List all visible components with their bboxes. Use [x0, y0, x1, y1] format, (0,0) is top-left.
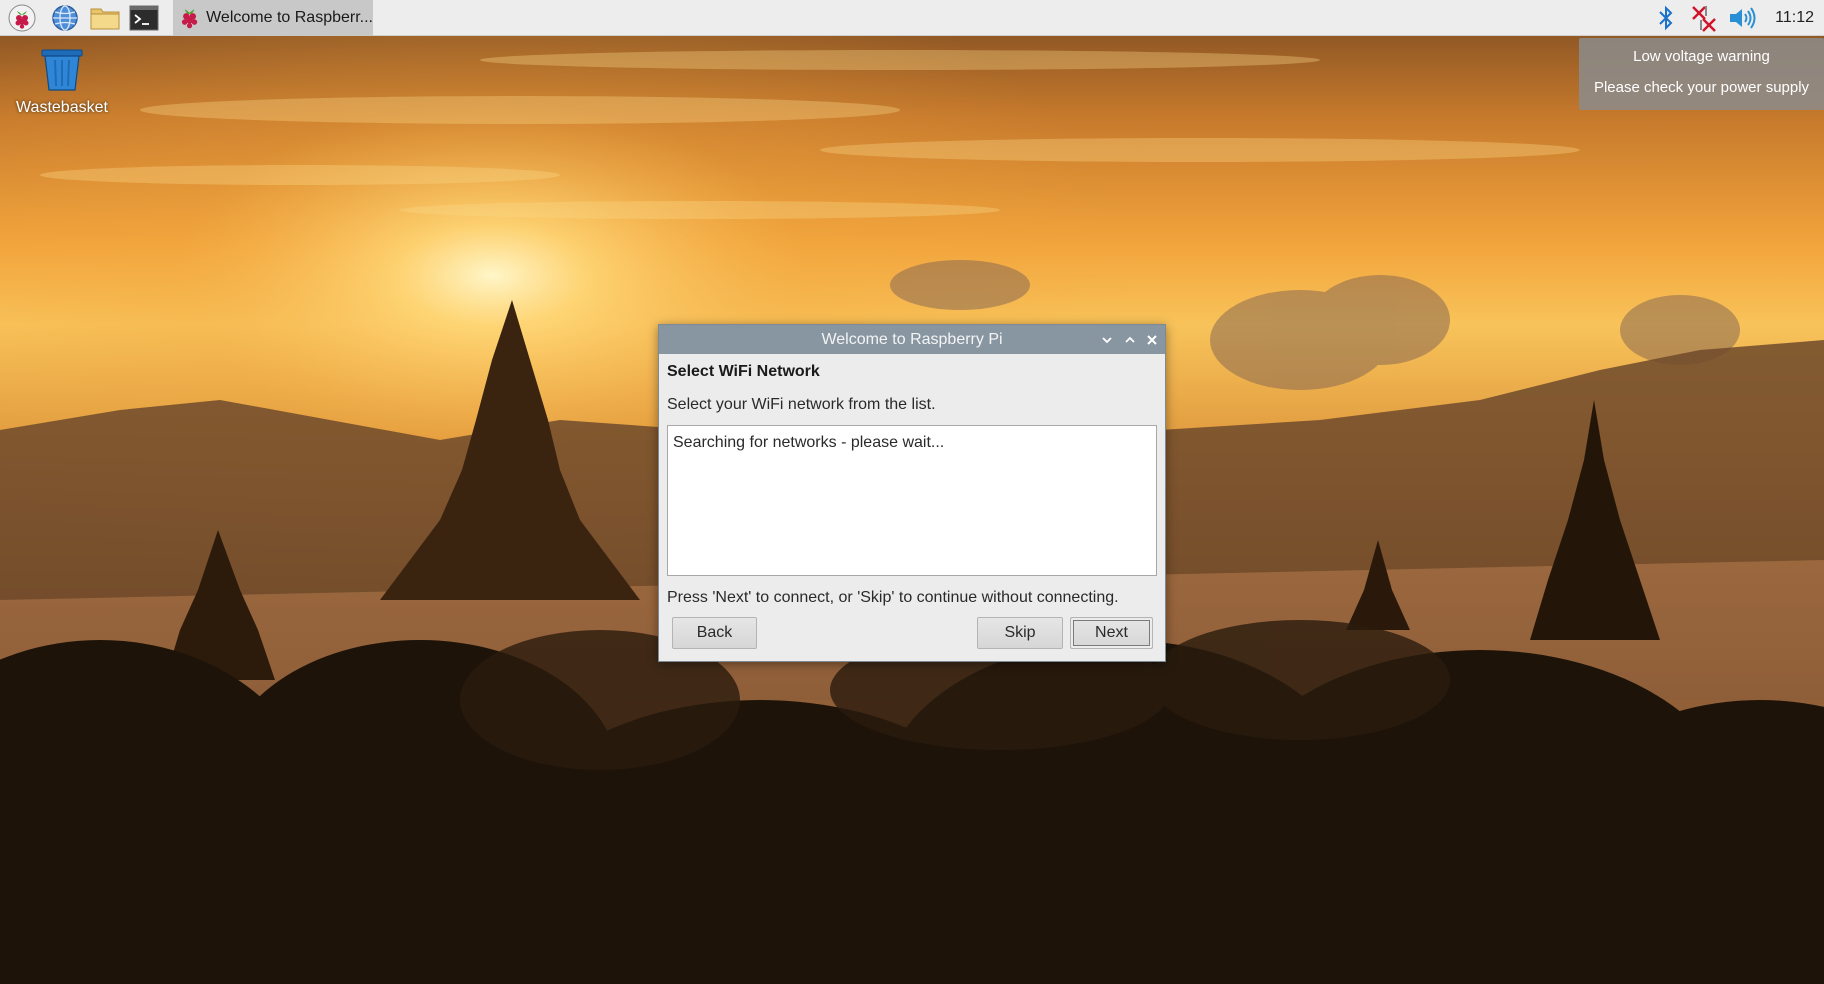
dialog-footer-text: Press 'Next' to connect, or 'Skip' to co…	[667, 589, 1119, 606]
skip-button[interactable]: Skip	[977, 617, 1063, 649]
notification-message: Please check your power supply	[1593, 79, 1810, 96]
next-button[interactable]: Next	[1070, 617, 1153, 649]
bluetooth-tray-button[interactable]	[1651, 3, 1681, 33]
raspberry-menu-button[interactable]	[5, 2, 39, 34]
taskbar-task-label: Welcome to Raspberr...	[206, 9, 373, 26]
file-manager-launcher[interactable]	[88, 2, 122, 34]
bluetooth-icon	[1659, 5, 1673, 31]
volume-tray-button[interactable]	[1728, 3, 1758, 33]
welcome-dialog: Welcome to Raspberry Pi Select WiFi Netw…	[658, 324, 1166, 662]
taskbar-task-welcome[interactable]: Welcome to Raspberr...	[173, 0, 373, 36]
dialog-titlebar[interactable]: Welcome to Raspberry Pi	[659, 325, 1165, 354]
dialog-instruction: Select your WiFi network from the list.	[667, 396, 936, 413]
chevron-up-icon	[1125, 336, 1135, 343]
close-icon	[1147, 335, 1157, 345]
web-browser-launcher[interactable]	[48, 2, 82, 34]
terminal-icon	[129, 5, 159, 31]
volume-icon	[1730, 7, 1756, 29]
back-button[interactable]: Back	[672, 617, 757, 649]
low-voltage-notification[interactable]: Low voltage warning Please check your po…	[1579, 38, 1824, 110]
desktop: Welcome to Raspberr... 11:12 Wastebasket…	[0, 0, 1824, 984]
notification-title: Low voltage warning	[1633, 48, 1770, 65]
maximize-button[interactable]	[1120, 330, 1140, 350]
globe-icon	[52, 5, 78, 31]
desktop-icon-label: Wastebasket	[16, 99, 108, 116]
terminal-launcher[interactable]	[127, 2, 161, 34]
network-disconnected-icon	[1692, 6, 1716, 32]
folder-icon	[90, 8, 120, 30]
wastebasket-icon	[41, 49, 83, 91]
wifi-network-list[interactable]: Searching for networks - please wait...	[667, 425, 1157, 576]
clock[interactable]: 11:12	[1775, 0, 1814, 36]
dialog-title: Welcome to Raspberry Pi	[821, 331, 1003, 348]
raspberry-pi-logo-icon	[8, 4, 36, 32]
network-tray-button[interactable]	[1689, 3, 1719, 33]
taskbar: Welcome to Raspberr... 11:12	[0, 0, 1824, 36]
close-button[interactable]	[1142, 330, 1162, 350]
raspberry-pi-logo-icon	[181, 9, 198, 29]
desktop-icon-wastebasket[interactable]: Wastebasket	[8, 48, 116, 117]
chevron-down-icon	[1102, 337, 1112, 344]
dialog-heading: Select WiFi Network	[667, 363, 820, 380]
network-list-status: Searching for networks - please wait...	[673, 434, 945, 451]
minimize-button[interactable]	[1097, 330, 1117, 350]
